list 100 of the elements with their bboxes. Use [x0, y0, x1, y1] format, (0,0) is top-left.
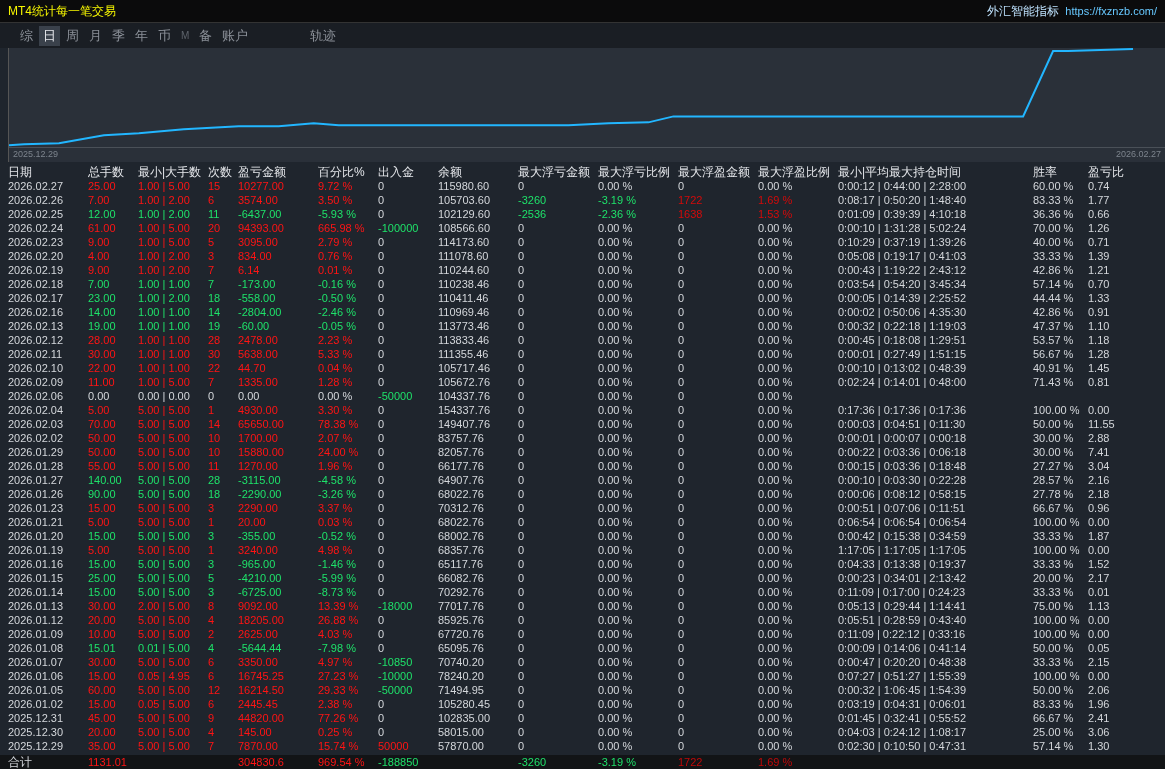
- table-cell-text: 0.00 %: [758, 697, 794, 711]
- table-cell-text: 15.00: [88, 529, 117, 543]
- table-cell-text: 83.33 %: [1033, 193, 1075, 207]
- table-cell-text: 3095.00: [238, 235, 279, 249]
- table-cell-text: 20.00 %: [1033, 571, 1075, 585]
- table-cell-text: 1.21: [1088, 263, 1111, 277]
- table-cell-text: 0: [678, 403, 686, 417]
- table-cell-text: 2026.01.21: [8, 515, 65, 529]
- table-cell-text: 0.00 %: [598, 655, 634, 669]
- table-cell-text: 0: [678, 725, 686, 739]
- table-cell-text: -18000: [378, 599, 414, 613]
- table-cell-text: 2026.02.27: [8, 179, 65, 193]
- table-cell-text: 0: [678, 711, 686, 725]
- table-cell-text: 0.76 %: [318, 249, 354, 263]
- table-cell-text: 0: [678, 697, 686, 711]
- table-cell-text: 0: [678, 627, 686, 641]
- table-cell-text: 0: [678, 333, 686, 347]
- tab[interactable]: 月: [85, 25, 106, 46]
- tab[interactable]: 轨迹: [306, 25, 341, 46]
- table-cell-text: 0: [518, 291, 526, 305]
- table-cell-text: 1.96: [1088, 697, 1111, 711]
- table-cell-text: 1.53 %: [758, 207, 794, 221]
- table-cell-text: 0: [378, 333, 386, 347]
- table-cell-text: 2026.02.19: [8, 263, 65, 277]
- table-cell-text: 3: [208, 501, 216, 515]
- table-cell-text: 7870.00: [238, 739, 279, 753]
- table-cell-text: 70312.76: [438, 501, 485, 515]
- column-header: 次数: [208, 165, 233, 179]
- table-cell-text: 47.37 %: [1033, 319, 1075, 333]
- table-cell-text: 2026.01.05: [8, 683, 65, 697]
- table-cell-text: 22.00: [88, 361, 117, 375]
- table-cell-text: 0.01 | 5.00: [138, 641, 191, 655]
- table-cell-text: 28.57 %: [1033, 473, 1075, 487]
- table-cell-text: 0: [518, 263, 526, 277]
- table-cell-text: 0.00 %: [758, 431, 794, 445]
- table-cell-text: 78240.20: [438, 669, 485, 683]
- column-header: 最大浮盈金额: [678, 165, 751, 179]
- table-cell-text: 42.86 %: [1033, 263, 1075, 277]
- table-cell-text: 0: [678, 501, 686, 515]
- column-header: 盈亏金额: [238, 165, 287, 179]
- tab[interactable]: 周: [62, 25, 83, 46]
- website-link[interactable]: https://fxznzb.com/: [1065, 5, 1157, 17]
- table-cell-text: 4: [208, 725, 216, 739]
- table-cell-text: 0: [678, 249, 686, 263]
- table-cell-text: 2026.02.18: [8, 277, 65, 291]
- tab[interactable]: 账户: [218, 25, 253, 46]
- table-cell-text: -10850: [378, 655, 414, 669]
- table-cell-text: 0: [378, 347, 386, 361]
- tab[interactable]: 综: [16, 25, 37, 46]
- table-cell-text: 85925.76: [438, 613, 485, 627]
- table-cell-text: 3574.00: [238, 193, 279, 207]
- table-cell-text: 0: [678, 529, 686, 543]
- table-cell-text: 0.00 %: [758, 389, 794, 403]
- table-cell-text: 30.00: [88, 655, 117, 669]
- table-cell-text: 0.00 %: [758, 263, 794, 277]
- table-cell-text: 6: [208, 655, 216, 669]
- table-cell-text: 25.00: [88, 571, 117, 585]
- table-cell-text: 140.00: [88, 473, 123, 487]
- table-cell-text: -100000: [378, 221, 420, 235]
- table-cell-text: 0.00 %: [758, 375, 794, 389]
- table-cell-text: 0: [518, 725, 526, 739]
- table-cell-text: 65095.76: [438, 641, 485, 655]
- table-cell-text: -4.58 %: [318, 473, 357, 487]
- table-cell-text: -50000: [378, 683, 414, 697]
- table-cell-text: 7.41: [1088, 445, 1111, 459]
- table-cell-text: 50.00: [88, 431, 117, 445]
- table-cell-text: 0: [378, 613, 386, 627]
- table-cell-text: 1131.01: [88, 755, 128, 769]
- table-cell-text: 0:06:54 | 0:06:54 | 0:06:54: [838, 515, 968, 529]
- tab[interactable]: 季: [108, 25, 129, 46]
- table-cell-text: 0.00: [1088, 515, 1111, 529]
- table-cell-text: 0.00 %: [758, 501, 794, 515]
- table-cell-text: 0: [678, 389, 686, 403]
- tab[interactable]: 年: [131, 25, 152, 46]
- table-cell-text: 0.00: [1088, 403, 1111, 417]
- table-cell-text: 0.00 %: [758, 291, 794, 305]
- table-cell-text: 77.26 %: [318, 711, 360, 725]
- tab[interactable]: 日: [39, 25, 60, 46]
- tab[interactable]: 备: [195, 25, 217, 46]
- table-cell-text: 0:08:17 | 0:50:20 | 1:48:40: [838, 193, 968, 207]
- table-cell-text: 9: [208, 711, 216, 725]
- table-cell-text: 0.00 %: [758, 543, 794, 557]
- table-cell-text: 15.01: [88, 641, 117, 655]
- table-cell-text: 0: [378, 641, 386, 655]
- table-cell-text: 0: [378, 375, 386, 389]
- table-cell-text: 0:00:10 | 0:03:30 | 0:22:28: [838, 473, 968, 487]
- table-cell-text: -3.19 %: [598, 755, 637, 769]
- table-cell-text: 0.00: [1088, 669, 1111, 683]
- table-cell-text: 1.00 | 2.00: [138, 291, 191, 305]
- table-cell-text: 0:10:29 | 0:37:19 | 1:39:26: [838, 235, 968, 249]
- tab[interactable]: 币: [154, 25, 175, 46]
- table-cell-text: 33.33 %: [1033, 557, 1075, 571]
- table-cell-text: 1335.00: [238, 375, 279, 389]
- table-cell-text: 2026.01.20: [8, 529, 65, 543]
- table-cell-text: 5.00 | 5.00: [138, 711, 191, 725]
- table-cell-text: -0.52 %: [318, 529, 357, 543]
- table-cell-text: 11: [208, 459, 221, 473]
- table-cell-text: 0: [518, 375, 526, 389]
- table-cell-text: 113773.46: [438, 319, 491, 333]
- table-cell-text: 1.28: [1088, 347, 1111, 361]
